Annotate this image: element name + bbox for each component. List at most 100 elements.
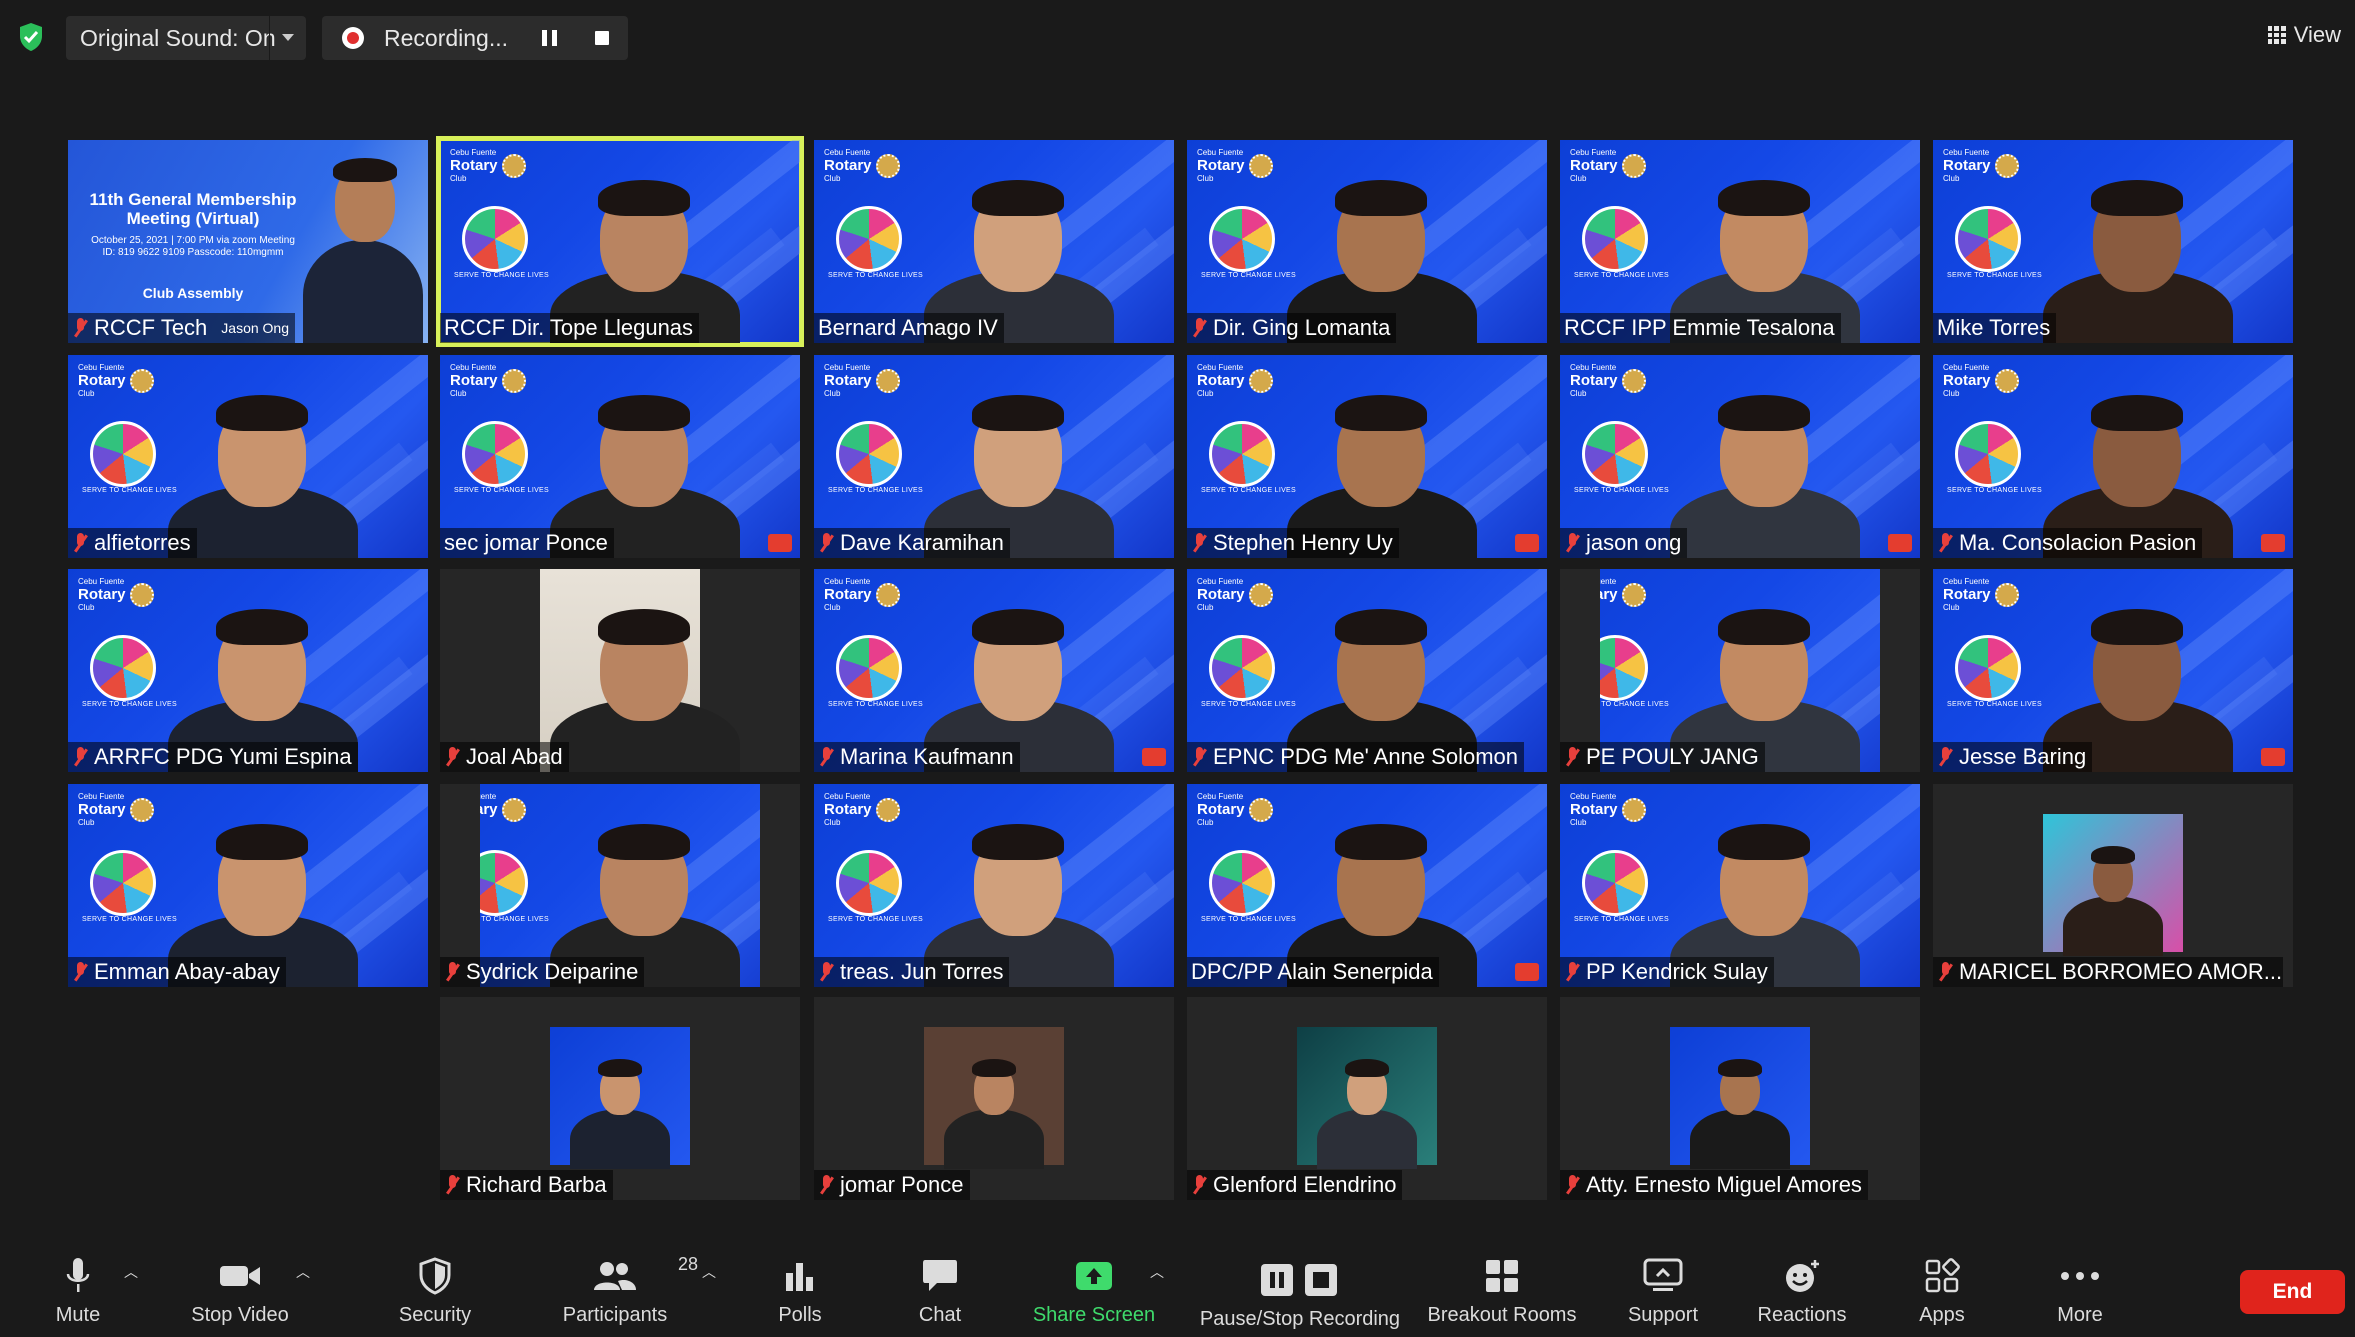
participant-tile[interactable]: Cebu FuenteRotaryClubSERVE TO CHANGE LIV… bbox=[68, 355, 428, 558]
support-button[interactable]: Support bbox=[1618, 1240, 1708, 1337]
participant-name: EPNC PDG Me' Anne Solomon bbox=[1213, 744, 1519, 769]
participant-name-bar: Glenford Elendrino bbox=[1187, 1170, 1403, 1200]
chevron-down-icon[interactable] bbox=[269, 16, 306, 60]
breakout-rooms-button[interactable]: Breakout Rooms bbox=[1422, 1240, 1582, 1337]
participant-tile[interactable]: Joal Abad bbox=[440, 569, 800, 772]
rotary-logo: Cebu FuenteRotaryClub bbox=[78, 363, 154, 398]
participant-tile[interactable]: Cebu FuenteRotaryClubSERVE TO CHANGE LIV… bbox=[1560, 569, 1920, 772]
globe-icon bbox=[1209, 850, 1275, 916]
participant-tile[interactable]: jomar Ponce bbox=[814, 997, 1174, 1200]
participant-name: sec jomar Ponce bbox=[444, 530, 608, 555]
participant-tile[interactable]: Cebu FuenteRotaryClubSERVE TO CHANGE LIV… bbox=[1933, 355, 2293, 558]
participant-tile[interactable]: MARICEL BORROMEO AMOR... bbox=[1933, 784, 2293, 987]
tagline: SERVE TO CHANGE LIVES bbox=[1201, 272, 1296, 279]
participant-name-bar: Ma. Consolacion Pasion bbox=[1933, 528, 2203, 558]
participant-tile[interactable]: 11th General Membership Meeting (Virtual… bbox=[68, 140, 428, 343]
more-button[interactable]: More bbox=[2050, 1240, 2110, 1337]
share-options-chevron-icon[interactable]: ︿ bbox=[1150, 1262, 1164, 1282]
apps-button[interactable]: Apps bbox=[1912, 1240, 1972, 1337]
view-button[interactable]: View bbox=[2267, 22, 2341, 48]
pause-stop-recording-icon bbox=[1259, 1258, 1341, 1302]
rotary-wheel-icon bbox=[501, 153, 526, 178]
support-label: Support bbox=[1627, 1304, 1699, 1326]
original-sound-toggle[interactable]: Original Sound: On bbox=[66, 16, 306, 60]
participant-tile[interactable]: Cebu FuenteRotaryClubSERVE TO CHANGE LIV… bbox=[1560, 355, 1920, 558]
participant-tile[interactable]: Cebu FuenteRotaryClubSERVE TO CHANGE LIV… bbox=[440, 784, 800, 987]
muted-mic-icon bbox=[72, 317, 88, 339]
participant-tile[interactable]: Cebu FuenteRotaryClubSERVE TO CHANGE LIV… bbox=[1560, 784, 1920, 987]
zoom-meeting-window: Original Sound: On Recording... View 11t… bbox=[0, 0, 2355, 1337]
participant-name: Marina Kaufmann bbox=[840, 744, 1014, 769]
participant-tile[interactable]: Cebu FuenteRotaryClubSERVE TO CHANGE LIV… bbox=[68, 569, 428, 772]
rotary-wheel-icon bbox=[1248, 368, 1273, 393]
participant-tile[interactable]: Cebu FuenteRotaryClubSERVE TO CHANGE LIV… bbox=[1560, 140, 1920, 343]
muted-mic-icon bbox=[444, 746, 460, 768]
participant-tile[interactable]: Cebu FuenteRotaryClubSERVE TO CHANGE LIV… bbox=[814, 355, 1174, 558]
globe-icon bbox=[1209, 206, 1275, 272]
rotary-logo: Cebu FuenteRotaryClub bbox=[1197, 148, 1273, 183]
rotary-logo: Cebu FuenteRotaryClub bbox=[824, 577, 900, 612]
video-options-chevron-icon[interactable]: ︿ bbox=[296, 1262, 310, 1282]
stop-icon[interactable] bbox=[595, 31, 609, 45]
reactions-button[interactable]: Reactions bbox=[1752, 1240, 1852, 1337]
globe-icon bbox=[1582, 850, 1648, 916]
rotary-logo: Cebu FuenteRotaryClub bbox=[1570, 363, 1646, 398]
breakout-rooms-icon bbox=[1484, 1254, 1520, 1298]
participant-tile[interactable]: Cebu FuenteRotaryClub SERVE TO CHANGE LIV… bbox=[1187, 140, 1547, 343]
globe-icon bbox=[836, 206, 902, 272]
participant-tile[interactable]: Cebu FuenteRotaryClubSERVE TO CHANGE LIV… bbox=[814, 140, 1174, 343]
rotary-logo: Cebu FuenteRotaryClub bbox=[1197, 792, 1273, 827]
participant-tile[interactable]: Cebu FuenteRotaryClubSERVE TO CHANGE LIV… bbox=[814, 569, 1174, 772]
globe-icon bbox=[90, 421, 156, 487]
participant-tile[interactable]: Cebu FuenteRotaryClubSERVE TO CHANGE LIV… bbox=[1187, 784, 1547, 987]
pause-icon[interactable] bbox=[542, 30, 558, 46]
chat-button[interactable]: Chat bbox=[910, 1240, 970, 1337]
participants-options-chevron-icon[interactable]: ︿ bbox=[702, 1262, 716, 1282]
participant-name-bar: RCCF Dir. Tope Llegunas bbox=[440, 313, 700, 343]
globe-icon bbox=[1955, 635, 2021, 701]
muted-mic-icon bbox=[1564, 961, 1580, 983]
participant-tile[interactable]: Atty. Ernesto Miguel Amores bbox=[1560, 997, 1920, 1200]
participant-tile[interactable]: Cebu FuenteRotaryClub SERVE TO CHANGE LIV… bbox=[440, 355, 800, 558]
globe-icon bbox=[836, 850, 902, 916]
rotary-wheel-icon bbox=[875, 368, 900, 393]
rotary-wheel-icon bbox=[1621, 582, 1646, 607]
stop-video-button[interactable]: Stop Video bbox=[180, 1240, 300, 1337]
participant-name: jomar Ponce bbox=[840, 1172, 964, 1197]
participant-name: Joal Abad bbox=[466, 744, 563, 769]
security-button[interactable]: Security bbox=[390, 1240, 480, 1337]
muted-mic-icon bbox=[1191, 317, 1207, 339]
participants-button[interactable]: 28 Participants bbox=[560, 1240, 698, 1337]
rotary-wheel-icon bbox=[875, 153, 900, 178]
participant-tile[interactable]: Cebu FuenteRotaryClubSERVE TO CHANGE LIV… bbox=[1187, 355, 1547, 558]
heart-reaction-icon bbox=[2261, 748, 2285, 766]
participant-tile[interactable]: Cebu FuenteRotaryClubSERVE TO CHANGE LIV… bbox=[68, 784, 428, 987]
end-label: End bbox=[2272, 1280, 2313, 1303]
muted-mic-icon bbox=[1564, 532, 1580, 554]
muted-mic-icon bbox=[72, 532, 88, 554]
participant-tile[interactable]: Cebu FuenteRotaryClubSERVE TO CHANGE LIV… bbox=[814, 784, 1174, 987]
tagline: SERVE TO CHANGE LIVES bbox=[1574, 272, 1669, 279]
muted-mic-icon bbox=[1937, 961, 1953, 983]
participant-name-bar: Marina Kaufmann bbox=[814, 742, 1020, 772]
participant-tile[interactable]: Cebu FuenteRotaryClubSERVE TO CHANGE LIV… bbox=[1933, 569, 2293, 772]
mute-button[interactable]: Mute bbox=[40, 1240, 116, 1337]
participant-tile[interactable]: Richard Barba bbox=[440, 997, 800, 1200]
shield-icon[interactable] bbox=[18, 22, 44, 52]
tagline: SERVE TO CHANGE LIVES bbox=[454, 487, 549, 494]
rotary-logo: Cebu FuenteRotaryClub bbox=[450, 363, 526, 398]
mute-options-chevron-icon[interactable]: ︿ bbox=[124, 1262, 138, 1282]
globe-icon bbox=[1209, 635, 1275, 701]
participant-tile[interactable]: Cebu FuenteRotaryClubSERVE TO CHANGE LIV… bbox=[1187, 569, 1547, 772]
participant-tile[interactable]: Cebu FuenteRotaryClubSERVE TO CHANGE LIV… bbox=[1933, 140, 2293, 343]
end-meeting-button[interactable]: End bbox=[2240, 1270, 2345, 1314]
participant-tile[interactable]: Glenford Elendrino bbox=[1187, 997, 1547, 1200]
view-label: View bbox=[2293, 22, 2341, 47]
pause-stop-recording-button[interactable]: Pause/Stop Recording bbox=[1190, 1240, 1410, 1337]
rotary-logo: Cebu FuenteRotaryClub bbox=[1943, 148, 2019, 183]
record-icon bbox=[342, 27, 364, 49]
polls-button[interactable]: Polls bbox=[770, 1240, 830, 1337]
participant-tile[interactable]: Cebu FuenteRotaryClubSERVE TO CHANGE LIV… bbox=[436, 136, 804, 347]
share-screen-button[interactable]: Share Screen bbox=[1024, 1240, 1164, 1337]
share-screen-label: Share Screen bbox=[1032, 1304, 1156, 1326]
